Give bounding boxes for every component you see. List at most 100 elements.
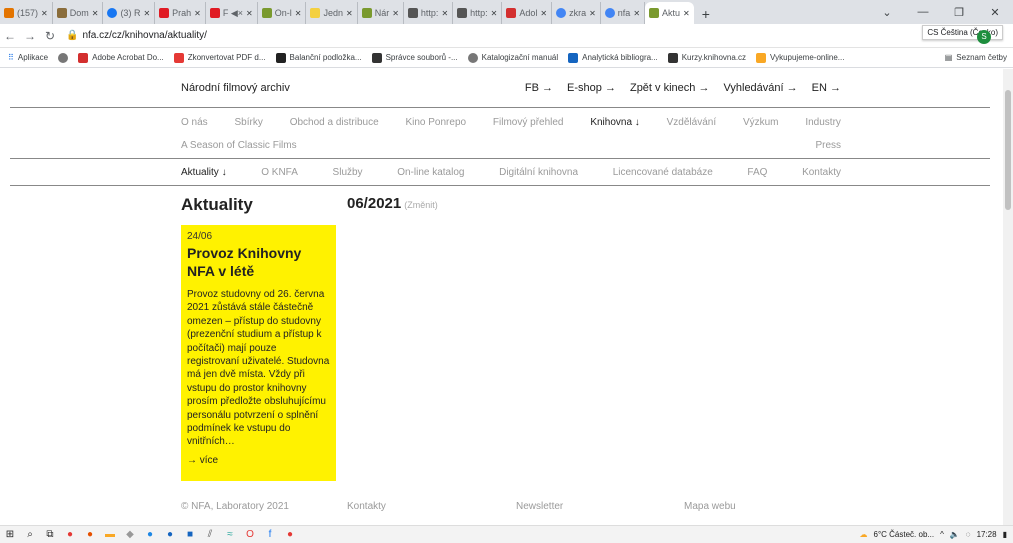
submenu-item-faq[interactable]: FAQ xyxy=(747,167,767,178)
header-link-vyhledavani[interactable]: Vyhledávání → xyxy=(723,82,797,94)
network-icon[interactable]: ◌ xyxy=(966,530,971,539)
browser-tab[interactable]: (157) ✕ xyxy=(0,2,53,24)
header-link-en[interactable]: EN → xyxy=(812,82,841,94)
submenu-item-sluzby[interactable]: Služby xyxy=(333,167,363,178)
bookmark-item[interactable]: Adobe Acrobat Do... xyxy=(78,52,164,63)
tray-chevron-icon[interactable]: ^ xyxy=(940,530,944,539)
browser-tab-active[interactable]: Aktu ✕ xyxy=(645,2,694,24)
tab-close-icon[interactable]: ✕ xyxy=(41,9,48,18)
forward-arrow-icon[interactable]: → xyxy=(20,29,40,43)
tab-close-icon[interactable]: ✕ xyxy=(683,9,690,18)
tab-close-icon[interactable]: ✕ xyxy=(295,9,302,18)
tab-close-icon[interactable]: ✕ xyxy=(92,9,99,18)
tab-close-icon[interactable]: ✕ xyxy=(589,9,596,18)
submenu-item-kontakty[interactable]: Kontakty xyxy=(802,167,841,178)
notification-icon[interactable]: ▮ xyxy=(1003,530,1007,539)
browser-tab[interactable]: http: ✕ xyxy=(453,2,503,24)
read-more-link[interactable]: → více xyxy=(187,455,330,466)
url-field[interactable]: 🔒 nfa.cz/cz/knihovna/aktuality/ xyxy=(66,30,207,41)
chrome-taskbar-icon[interactable]: ● xyxy=(60,529,80,540)
tab-search-chevron-icon[interactable]: ⌄ xyxy=(869,6,905,19)
reading-list[interactable]: ▤ Seznam četby xyxy=(945,53,1007,62)
tab-close-icon[interactable]: ✕ xyxy=(540,9,547,18)
opera-taskbar-icon[interactable]: O xyxy=(240,529,260,540)
edge-taskbar-icon[interactable]: ● xyxy=(140,529,160,540)
tab-close-icon[interactable]: ✕ xyxy=(491,9,498,18)
bookmark-item[interactable]: Balanční podložka... xyxy=(275,52,362,63)
browser-tab[interactable]: Nár ✕ xyxy=(358,2,404,24)
weather-icon[interactable]: ☁ xyxy=(860,530,868,539)
submenu-item-online-katalog[interactable]: On-line katalog xyxy=(397,167,464,178)
bookmark-item[interactable] xyxy=(58,52,69,63)
submenu-item-aktuality[interactable]: Aktuality ↓ xyxy=(181,167,227,178)
browser-tab[interactable]: Dom ✕ xyxy=(53,2,104,24)
menu-item-vzdelavani[interactable]: Vzdělávání xyxy=(667,117,716,128)
weather-text[interactable]: 6°C Částeč. ob... xyxy=(874,530,935,539)
tab-close-icon[interactable]: ✕ xyxy=(633,9,640,18)
menu-item-vyzkum[interactable]: Výzkum xyxy=(743,117,779,128)
browser-tab[interactable]: Jedn ✕ xyxy=(306,2,358,24)
facebook-taskbar-icon[interactable]: f xyxy=(260,529,280,540)
menu-item-knihovna[interactable]: Knihovna ↓ xyxy=(590,117,639,128)
submenu-item-o-knfa[interactable]: O KNFA xyxy=(261,167,298,178)
speaker-icon[interactable]: 🔈 xyxy=(950,530,960,539)
news-card[interactable]: 24/06 Provoz Knihovny NFA v létě Provoz … xyxy=(181,225,336,481)
menu-item-filmovy-prehled[interactable]: Filmový přehled xyxy=(493,117,564,128)
header-link-zpet-v-kinech[interactable]: Zpět v kinech → xyxy=(630,82,709,94)
browser-tab[interactable]: F ◀× ✕ xyxy=(206,2,258,24)
menu-item-o-nas[interactable]: O nás xyxy=(181,117,208,128)
bookmark-item[interactable]: Kurzy.knihovna.cz xyxy=(667,52,746,63)
menu-item-press[interactable]: Press xyxy=(815,140,841,151)
close-window-icon[interactable]: ✕ xyxy=(977,6,1013,19)
menu-item-sbirky[interactable]: Sbírky xyxy=(235,117,263,128)
change-month-link[interactable]: (Změnit) xyxy=(404,200,438,210)
browser-tab[interactable]: Adol ✕ xyxy=(502,2,553,24)
browser-tab[interactable]: On-l ✕ xyxy=(258,2,307,24)
clock-time[interactable]: 17:28 xyxy=(977,530,997,539)
browser-tab[interactable]: zkra ✕ xyxy=(552,2,601,24)
app-taskbar-icon[interactable]: ■ xyxy=(180,529,200,540)
browser-tab[interactable]: http: ✕ xyxy=(404,2,454,24)
start-windows-icon[interactable]: ⊞ xyxy=(0,529,20,540)
app-taskbar-icon[interactable]: ● xyxy=(80,529,100,540)
bookmark-item[interactable]: Analytická bibliogra... xyxy=(568,52,658,63)
footer-link-newsletter[interactable]: Newsletter xyxy=(516,501,563,512)
menu-item-kino-ponrepo[interactable]: Kino Ponrepo xyxy=(405,117,466,128)
menu-item-season[interactable]: A Season of Classic Films xyxy=(181,140,297,151)
browser-tab[interactable]: Prah ✕ xyxy=(155,2,206,24)
scrollbar-thumb[interactable] xyxy=(1005,90,1011,210)
menu-item-obchod[interactable]: Obchod a distribuce xyxy=(290,117,379,128)
app-taskbar-icon[interactable]: ● xyxy=(280,529,300,540)
app-taskbar-icon[interactable]: ◆ xyxy=(120,529,140,540)
new-tab-plus-icon[interactable]: + xyxy=(694,4,718,24)
app-taskbar-icon[interactable]: ≈ xyxy=(220,529,240,540)
app-taskbar-icon[interactable]: ⫽ xyxy=(200,529,220,540)
header-link-fb[interactable]: FB → xyxy=(525,82,553,94)
task-view-icon[interactable]: ⧉ xyxy=(40,529,60,540)
search-icon[interactable]: ⌕ xyxy=(20,529,40,540)
bookmark-item[interactable]: Správce souborů -... xyxy=(371,52,458,63)
tab-close-icon[interactable]: ✕ xyxy=(246,9,253,18)
minimize-icon[interactable]: — xyxy=(905,6,941,18)
tab-close-icon[interactable]: ✕ xyxy=(194,9,201,18)
tab-close-icon[interactable]: ✕ xyxy=(346,9,353,18)
menu-item-industry[interactable]: Industry xyxy=(805,117,841,128)
browser-tab[interactable]: (3) R ✕ xyxy=(103,2,156,24)
back-arrow-icon[interactable]: ← xyxy=(0,29,20,43)
footer-link-kontakty[interactable]: Kontakty xyxy=(347,501,386,512)
bookmark-item[interactable]: Katalogizační manuál xyxy=(467,52,558,63)
footer-link-mapa-webu[interactable]: Mapa webu xyxy=(684,501,736,512)
header-link-eshop[interactable]: E-shop → xyxy=(567,82,616,94)
news-headline[interactable]: Provoz Knihovny NFA v létě xyxy=(187,244,330,280)
reload-icon[interactable]: ↻ xyxy=(40,29,60,43)
bookmark-item[interactable]: Vykupujeme-online... xyxy=(756,52,844,63)
tab-close-icon[interactable]: ✕ xyxy=(392,9,399,18)
maximize-icon[interactable]: ❐ xyxy=(941,6,977,19)
submenu-item-licencovane-databaze[interactable]: Licencované databáze xyxy=(613,167,713,178)
bookmark-apps[interactable]: ⠿ Aplikace xyxy=(8,53,48,62)
app-taskbar-icon[interactable]: ● xyxy=(160,529,180,540)
files-taskbar-icon[interactable]: ▬ xyxy=(100,529,120,540)
bookmark-item[interactable]: Zkonvertovat PDF d... xyxy=(173,52,266,63)
tab-close-icon[interactable]: ✕ xyxy=(143,9,150,18)
profile-avatar[interactable]: S xyxy=(977,30,991,44)
